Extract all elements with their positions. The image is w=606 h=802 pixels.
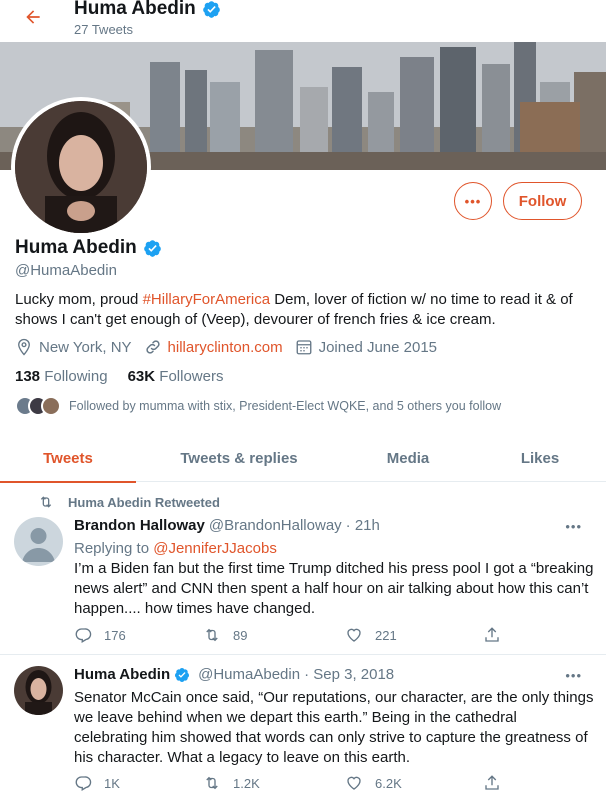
back-button[interactable] xyxy=(18,2,48,32)
top-bar: Huma Abedin 27 Tweets xyxy=(0,0,606,42)
like-count: 6.2K xyxy=(375,775,402,791)
heart-icon xyxy=(347,628,361,642)
profile-name-row: Huma Abedin xyxy=(15,237,162,259)
avatar xyxy=(15,101,147,233)
bio-text: Lucky mom, proud xyxy=(15,291,143,308)
website-link[interactable]: hillaryclinton.com xyxy=(168,339,283,356)
tweet-text: Senator McCain once said, “Our reputatio… xyxy=(74,689,594,766)
profile-handle: @HumaAbedin xyxy=(15,262,117,279)
author-name-text: Huma Abedin xyxy=(74,666,171,683)
header-title: Huma Abedin xyxy=(74,0,221,20)
share-button[interactable] xyxy=(483,626,513,644)
tab-tweets-replies[interactable]: Tweets & replies xyxy=(136,434,342,482)
arrow-left-icon xyxy=(26,10,40,24)
heart-icon xyxy=(347,776,361,790)
location-text: New York, NY xyxy=(39,338,132,356)
default-avatar-icon xyxy=(14,517,63,566)
tweet-count: 27 Tweets xyxy=(74,22,134,37)
tweet-author-handle: @HumaAbedin xyxy=(198,666,301,683)
tweet-author-avatar[interactable] xyxy=(14,517,63,566)
like-button[interactable]: 221 xyxy=(345,626,483,644)
retweet-icon xyxy=(206,628,218,642)
location-pin-icon xyxy=(18,338,30,356)
replying-to-link[interactable]: @JenniferJJacobs xyxy=(153,540,277,557)
bio-hashtag-link[interactable]: #HillaryForAmerica xyxy=(143,291,271,308)
tweet-author-handle: @BrandonHalloway xyxy=(208,517,342,534)
tweet-time[interactable]: · 21h xyxy=(346,517,380,534)
tweet-actions: 1K 1.2K 6.2K xyxy=(74,774,514,792)
reply-button[interactable]: 176 xyxy=(74,626,203,644)
retweeted-indicator: Huma Abedin Retweeted xyxy=(38,494,220,510)
reply-button[interactable]: 1K xyxy=(74,774,203,792)
profile-name: Huma Abedin xyxy=(15,237,137,258)
like-button[interactable]: 6.2K xyxy=(345,774,483,792)
location: New York, NY xyxy=(15,338,132,356)
tab-likes[interactable]: Likes xyxy=(474,434,606,482)
retweet-button[interactable]: 89 xyxy=(203,626,345,644)
tab-tweets[interactable]: Tweets xyxy=(0,434,136,483)
more-icon: ••• xyxy=(464,193,482,209)
replying-to: Replying to @JenniferJJacobs xyxy=(74,539,594,559)
profile-avatar[interactable] xyxy=(11,97,151,237)
following-count: 138 xyxy=(15,368,41,385)
tweet-more-button[interactable]: ••• xyxy=(565,519,582,534)
avatar xyxy=(41,396,61,416)
profile-tabs: Tweets Tweets & replies Media Likes xyxy=(0,434,606,483)
share-icon xyxy=(485,627,499,642)
profile-meta: New York, NY hillaryclinton.com Joined J… xyxy=(15,338,449,356)
verified-icon xyxy=(143,239,161,257)
tweet-time[interactable]: · Sep 3, 2018 xyxy=(304,666,394,683)
followers-link[interactable]: 63K Followers xyxy=(128,368,224,385)
share-button[interactable] xyxy=(483,774,513,792)
followed-by-text: Followed by mumma with stix, President-E… xyxy=(69,399,502,413)
like-count: 221 xyxy=(375,627,397,643)
tweet-author-avatar[interactable] xyxy=(14,666,63,715)
tweet-author-name[interactable]: Huma Abedin xyxy=(74,666,190,683)
avatar-photo xyxy=(15,101,147,233)
reply-icon xyxy=(75,628,92,643)
website[interactable]: hillaryclinton.com xyxy=(144,338,283,356)
tweet-author-name[interactable]: Brandon Halloway xyxy=(74,517,205,534)
joined-date: Joined June 2015 xyxy=(295,338,437,356)
retweet-count: 89 xyxy=(233,627,248,643)
retweeted-text: Huma Abedin Retweeted xyxy=(68,494,220,510)
reply-count: 1K xyxy=(104,775,120,791)
reply-icon xyxy=(75,776,92,791)
author-photo xyxy=(14,666,63,715)
tweet-actions: 176 89 221 xyxy=(74,626,514,644)
replying-label: Replying to xyxy=(74,540,154,557)
retweet-button[interactable]: 1.2K xyxy=(203,774,345,792)
more-options-button[interactable]: ••• xyxy=(454,182,492,220)
follow-counts: 138 Following 63K Followers xyxy=(15,368,223,385)
joined-text: Joined June 2015 xyxy=(318,338,438,356)
retweet-count: 1.2K xyxy=(233,775,260,791)
following-link[interactable]: 138 Following xyxy=(15,368,108,385)
follow-button[interactable]: Follow xyxy=(503,182,582,220)
tab-media[interactable]: Media xyxy=(342,434,474,482)
tweet-header: Brandon Halloway @BrandonHalloway · 21h xyxy=(74,517,380,534)
tweet-more-button[interactable]: ••• xyxy=(565,668,582,683)
verified-icon xyxy=(202,0,220,18)
profile-bio: Lucky mom, proud #HillaryForAmerica Dem,… xyxy=(15,290,595,330)
verified-icon xyxy=(175,667,190,682)
header-name: Huma Abedin xyxy=(74,0,196,19)
link-icon xyxy=(145,340,160,354)
follower-avatars xyxy=(15,396,61,416)
reply-count: 176 xyxy=(104,627,126,643)
retweet-icon xyxy=(40,496,52,508)
following-label: Following xyxy=(44,368,108,385)
tweet-text: I’m a Biden fan but the first time Trump… xyxy=(74,560,594,617)
calendar-icon xyxy=(296,340,312,355)
followers-count: 63K xyxy=(127,368,156,385)
tweet-header: Huma Abedin @HumaAbedin · Sep 3, 2018 xyxy=(74,666,394,683)
followers-label: Followers xyxy=(159,368,224,385)
retweet-icon xyxy=(206,776,218,790)
followed-by[interactable]: Followed by mumma with stix, President-E… xyxy=(15,396,501,416)
share-icon xyxy=(485,775,499,790)
